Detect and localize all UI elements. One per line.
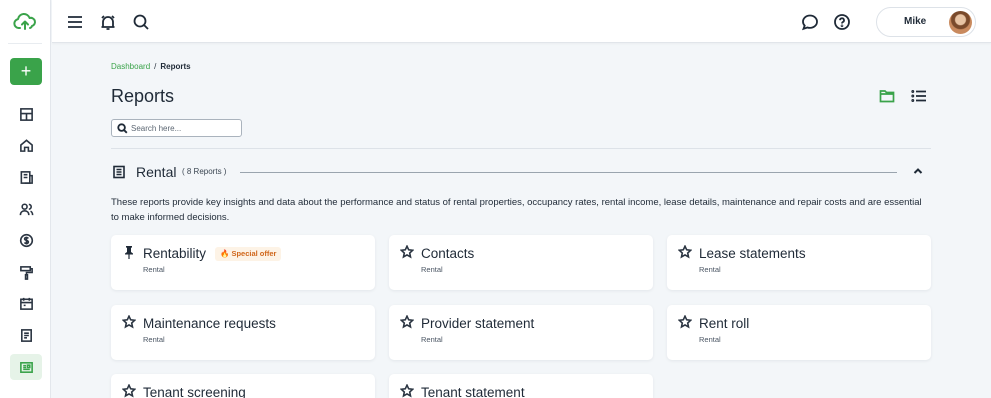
rail-item-tasks[interactable] bbox=[10, 322, 42, 348]
chat-button[interactable] bbox=[799, 11, 821, 33]
report-card-title: Maintenance requests bbox=[143, 316, 276, 331]
star-icon[interactable] bbox=[121, 314, 137, 329]
search-icon bbox=[133, 14, 149, 30]
search-box bbox=[111, 119, 242, 137]
help-circle-icon bbox=[834, 14, 850, 30]
grid-icon bbox=[19, 107, 33, 121]
report-card-category: Rental bbox=[699, 265, 721, 274]
section-divider bbox=[240, 172, 897, 173]
user-name: Mike bbox=[904, 16, 927, 27]
divider bbox=[111, 148, 931, 149]
rail-item-people[interactable] bbox=[10, 196, 42, 222]
pin-icon[interactable] bbox=[122, 245, 136, 259]
report-card-category: Rental bbox=[421, 265, 443, 274]
notifications-button[interactable] bbox=[97, 11, 119, 33]
rail-item-dashboard[interactable] bbox=[10, 101, 42, 127]
breadcrumb-current: Reports bbox=[160, 62, 191, 71]
rail-item-accounting[interactable] bbox=[10, 227, 42, 253]
list-icon bbox=[911, 90, 926, 102]
folder-icon bbox=[879, 90, 895, 103]
chat-bubble-icon bbox=[801, 14, 818, 31]
cloud-logo-icon[interactable] bbox=[13, 12, 37, 32]
help-button[interactable] bbox=[831, 11, 853, 33]
document-icon bbox=[20, 170, 33, 184]
section-header-rental: Rental ( 8 Reports ) bbox=[111, 162, 931, 182]
breadcrumb-separator: / bbox=[154, 62, 157, 71]
star-icon[interactable] bbox=[677, 244, 693, 259]
plus-icon: + bbox=[20, 61, 32, 81]
breadcrumb: Dashboard / Reports bbox=[111, 62, 191, 71]
report-card-category: Rental bbox=[421, 335, 443, 344]
rail-item-calendar[interactable] bbox=[10, 290, 42, 316]
home-icon bbox=[19, 138, 33, 152]
add-new-button[interactable]: + bbox=[10, 58, 42, 85]
rail-divider bbox=[8, 43, 42, 44]
rail-item-leases[interactable] bbox=[10, 164, 42, 190]
reports-icon bbox=[19, 361, 33, 373]
star-icon[interactable] bbox=[121, 383, 137, 398]
report-card-lease-statements[interactable]: Lease statements Rental bbox=[667, 235, 931, 290]
badge-label: Special offer bbox=[231, 249, 277, 258]
star-icon[interactable] bbox=[399, 314, 415, 329]
avatar bbox=[949, 11, 972, 34]
star-icon[interactable] bbox=[399, 244, 415, 259]
dollar-icon bbox=[19, 233, 33, 247]
hamburger-menu-icon bbox=[68, 16, 82, 28]
breadcrumb-dashboard-link[interactable]: Dashboard bbox=[111, 62, 150, 71]
bell-icon bbox=[101, 15, 115, 30]
report-list-icon bbox=[112, 165, 126, 179]
star-icon[interactable] bbox=[677, 314, 693, 329]
collapse-section-button[interactable] bbox=[911, 164, 927, 180]
chevron-up-icon bbox=[913, 168, 923, 174]
report-card-title: Rent roll bbox=[699, 316, 750, 331]
report-card-contacts[interactable]: Contacts Rental bbox=[389, 235, 653, 290]
rail-item-properties[interactable] bbox=[10, 132, 42, 158]
menu-button[interactable] bbox=[64, 11, 86, 33]
search-icon bbox=[117, 123, 128, 134]
section-report-count: ( 8 Reports ) bbox=[182, 167, 227, 176]
report-card-title: Tenant statement bbox=[421, 385, 525, 398]
left-rail: + bbox=[0, 0, 51, 398]
page-title: Reports bbox=[111, 86, 175, 106]
paint-roller-icon bbox=[19, 265, 33, 280]
report-card-rentability[interactable]: Rentability 🔥 Special offer Rental bbox=[111, 235, 375, 290]
search-button[interactable] bbox=[130, 11, 152, 33]
calendar-icon bbox=[19, 297, 33, 310]
section-description: These reports provide key insights and d… bbox=[111, 197, 922, 223]
report-card-rent-roll[interactable]: Rent roll Rental bbox=[667, 305, 931, 360]
report-card-tenant-screening[interactable]: Tenant screening bbox=[111, 374, 375, 398]
list-document-icon bbox=[20, 328, 32, 342]
list-view-button[interactable] bbox=[910, 87, 928, 105]
report-card-title: Tenant screening bbox=[143, 385, 246, 398]
people-icon bbox=[19, 202, 33, 215]
report-card-category: Rental bbox=[143, 265, 165, 274]
top-bar: Mike bbox=[52, 0, 991, 43]
special-offer-badge: 🔥 Special offer bbox=[215, 247, 282, 261]
report-card-title: Provider statement bbox=[421, 316, 535, 331]
report-card-tenant-statement[interactable]: Tenant statement bbox=[389, 374, 653, 398]
report-card-title: Lease statements bbox=[699, 246, 806, 261]
star-icon[interactable] bbox=[399, 383, 415, 398]
search-input[interactable] bbox=[131, 122, 239, 135]
report-card-category: Rental bbox=[699, 335, 721, 344]
user-menu[interactable]: Mike bbox=[876, 7, 976, 37]
report-card-title: Rentability bbox=[143, 246, 207, 261]
rail-item-reports[interactable] bbox=[10, 354, 42, 380]
report-card-provider-statement[interactable]: Provider statement Rental bbox=[389, 305, 653, 360]
report-card-category: Rental bbox=[143, 335, 165, 344]
report-card-title: Contacts bbox=[421, 246, 475, 261]
folder-view-button[interactable] bbox=[878, 87, 896, 105]
rail-item-maintenance[interactable] bbox=[10, 259, 42, 285]
report-card-maintenance-requests[interactable]: Maintenance requests Rental bbox=[111, 305, 375, 360]
section-title: Rental bbox=[136, 164, 177, 180]
